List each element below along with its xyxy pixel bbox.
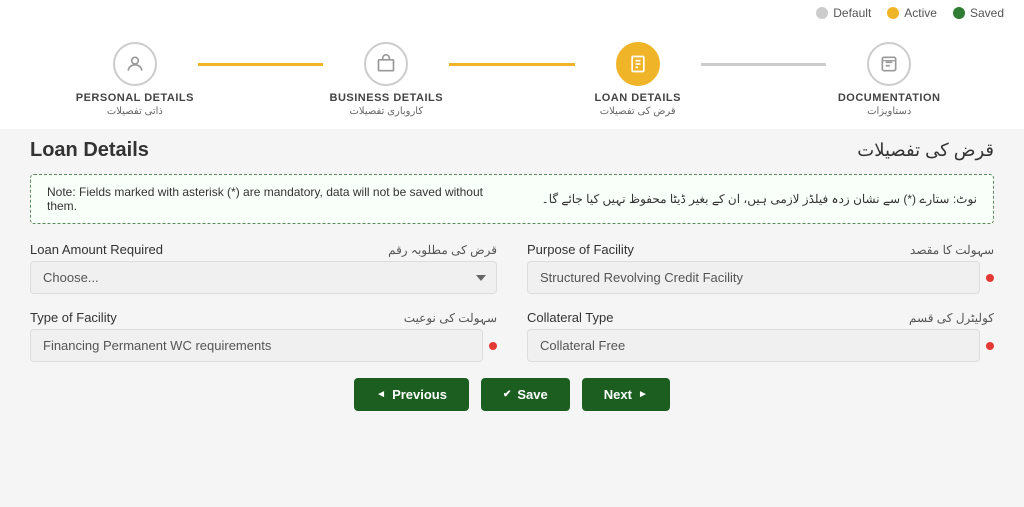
step-circle-personal (113, 42, 157, 86)
step-label-urdu-personal: ذاتی تفصیلات (107, 106, 163, 117)
collateral-type-required (986, 342, 994, 350)
stepper-track: PERSONAL DETAILS ذاتی تفصیلات BUSINESS D… (72, 42, 952, 117)
step-label-personal: PERSONAL DETAILS (76, 92, 194, 104)
note-box: Note: Fields marked with asterisk (*) ar… (30, 174, 994, 224)
loan-amount-label-row: Loan Amount Required قرض کی مطلوبہ رقم (30, 242, 497, 257)
type-facility-required (489, 342, 497, 350)
purpose-facility-group: Purpose of Facility سہولت کا مقصد (527, 242, 994, 294)
step-label-urdu-business: کاروباری تفصیلات (349, 106, 423, 117)
collateral-type-label-ur: کولیٹرل کی قسم (909, 311, 994, 325)
type-facility-label-ur: سہولت کی نوعیت (404, 311, 497, 325)
save-button[interactable]: Save (481, 378, 570, 411)
form-grid: Loan Amount Required قرض کی مطلوبہ رقم C… (30, 242, 994, 362)
section-title-en: Loan Details (30, 139, 149, 162)
status-default: Default (816, 6, 871, 20)
type-facility-input[interactable] (30, 329, 483, 362)
type-facility-group: Type of Facility سہولت کی نوعیت (30, 310, 497, 362)
step-label-documentation: DOCUMENTATION (838, 92, 941, 104)
previous-label: Previous (392, 387, 447, 402)
step-label-business: BUSINESS DETAILS (330, 92, 444, 104)
type-facility-label-row: Type of Facility سہولت کی نوعیت (30, 310, 497, 325)
loan-amount-select[interactable]: Choose... (30, 261, 497, 294)
note-text-ur: نوٹ: ستارے (*) سے نشان زدہ فیلڈز لازمی ہ… (517, 192, 977, 206)
saved-dot (953, 7, 965, 19)
active-label: Active (904, 6, 937, 20)
note-text-en: Note: Fields marked with asterisk (*) ar… (47, 185, 507, 213)
collateral-type-label-row: Collateral Type کولیٹرل کی قسم (527, 310, 994, 325)
type-facility-label: Type of Facility (30, 310, 117, 325)
section-title-ur: قرض کی تفصیلات (857, 140, 994, 161)
collateral-type-label: Collateral Type (527, 310, 613, 325)
stepper: PERSONAL DETAILS ذاتی تفصیلات BUSINESS D… (0, 26, 1024, 129)
save-label: Save (517, 387, 547, 402)
active-dot (887, 7, 899, 19)
connector-1 (198, 63, 324, 66)
step-loan[interactable]: LOAN DETAILS قرض کی تفصیلات (575, 42, 701, 117)
previous-button[interactable]: Previous (354, 378, 469, 411)
loan-amount-input-wrapper: Choose... (30, 261, 497, 294)
default-label: Default (833, 6, 871, 20)
next-button[interactable]: Next (582, 378, 670, 411)
step-label-loan: LOAN DETAILS (595, 92, 681, 104)
main-content: Loan Details قرض کی تفصیلات Note: Fields… (0, 129, 1024, 429)
next-label: Next (604, 387, 632, 402)
connector-3 (701, 63, 827, 66)
status-active: Active (887, 6, 937, 20)
status-saved: Saved (953, 6, 1004, 20)
section-header: Loan Details قرض کی تفصیلات (30, 139, 994, 162)
collateral-type-input[interactable] (527, 329, 980, 362)
type-facility-input-wrapper (30, 329, 497, 362)
loan-amount-label-ur: قرض کی مطلوبہ رقم (388, 243, 497, 257)
connector-2 (449, 63, 575, 66)
collateral-type-group: Collateral Type کولیٹرل کی قسم (527, 310, 994, 362)
step-business[interactable]: BUSINESS DETAILS کاروباری تفصیلات (323, 42, 449, 117)
step-circle-documentation (867, 42, 911, 86)
status-bar: Default Active Saved (0, 0, 1024, 26)
purpose-facility-input[interactable] (527, 261, 980, 294)
purpose-facility-label-ur: سہولت کا مقصد (910, 243, 994, 257)
loan-amount-label: Loan Amount Required (30, 242, 163, 257)
collateral-type-input-wrapper (527, 329, 994, 362)
purpose-facility-required (986, 274, 994, 282)
purpose-facility-label-row: Purpose of Facility سہولت کا مقصد (527, 242, 994, 257)
step-circle-loan (616, 42, 660, 86)
step-label-urdu-loan: قرض کی تفصیلات (600, 106, 676, 117)
purpose-facility-label: Purpose of Facility (527, 242, 634, 257)
step-circle-business (364, 42, 408, 86)
step-personal[interactable]: PERSONAL DETAILS ذاتی تفصیلات (72, 42, 198, 117)
footer-buttons: Previous Save Next (30, 362, 994, 419)
purpose-facility-input-wrapper (527, 261, 994, 294)
saved-label: Saved (970, 6, 1004, 20)
step-documentation[interactable]: DOCUMENTATION دستاویزات (826, 42, 952, 117)
default-dot (816, 7, 828, 19)
loan-amount-group: Loan Amount Required قرض کی مطلوبہ رقم C… (30, 242, 497, 294)
step-label-urdu-documentation: دستاویزات (867, 106, 911, 117)
